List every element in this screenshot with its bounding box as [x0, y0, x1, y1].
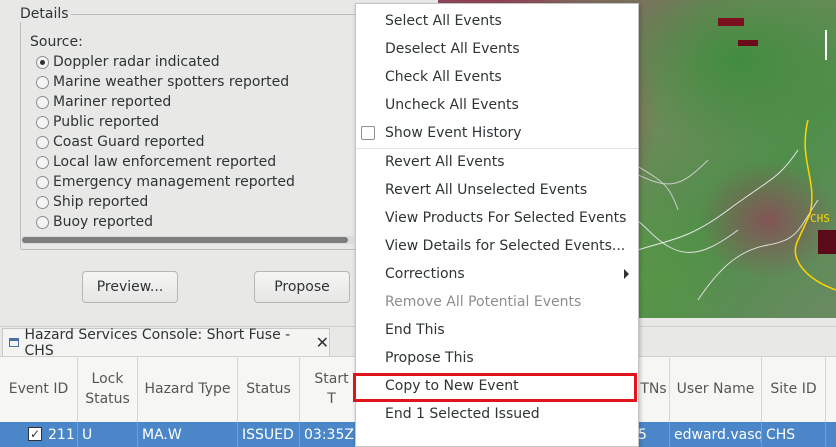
cell-lock-status: U — [78, 422, 138, 447]
source-option-public[interactable]: Public reported — [36, 112, 159, 132]
menu-item-remove-potential: Remove All Potential Events — [385, 294, 582, 310]
radio-icon[interactable] — [36, 95, 49, 109]
menu-item-select-all[interactable]: Select All Events — [385, 7, 502, 35]
column-etns[interactable]: TNs — [638, 356, 670, 422]
radio-icon[interactable] — [36, 115, 49, 129]
radio-icon[interactable] — [36, 215, 49, 229]
source-option-doppler[interactable]: Doppler radar indicated — [36, 52, 220, 72]
source-option-buoy[interactable]: Buoy reported — [36, 212, 153, 232]
radio-icon[interactable] — [36, 75, 49, 89]
radio-icon[interactable] — [36, 195, 49, 209]
menu-item-revert-unselected[interactable]: Revert All Unselected Events — [385, 176, 587, 204]
source-option-emergency-management[interactable]: Emergency management reported — [36, 172, 295, 192]
column-hazard-type[interactable]: Hazard Type — [138, 356, 238, 422]
menu-item-end-selected-issued[interactable]: End 1 Selected Issued — [385, 400, 540, 428]
menu-item-check-all[interactable]: Check All Events — [385, 63, 502, 91]
source-label: Source: — [30, 34, 83, 50]
source-option-marine-spotters[interactable]: Marine weather spotters reported — [36, 72, 289, 92]
cell-hazard-type: MA.W — [138, 422, 238, 447]
cell-etns: 5 — [638, 422, 670, 447]
column-status[interactable]: Status — [238, 356, 300, 422]
menu-item-deselect-all[interactable]: Deselect All Events — [385, 35, 520, 63]
menu-item-revert-all[interactable]: Revert All Events — [385, 148, 505, 176]
column-user-name[interactable]: User Name — [670, 356, 762, 422]
preview-button[interactable]: Preview... — [82, 271, 178, 303]
column-start-time[interactable]: Start T — [300, 356, 356, 422]
console-window-icon — [9, 338, 19, 347]
radio-icon[interactable] — [36, 175, 49, 189]
cell-user-name: edward.vasquez — [670, 422, 762, 447]
propose-button[interactable]: Propose — [254, 271, 350, 303]
console-tab[interactable]: Hazard Services Console: Short Fuse - CH… — [2, 326, 330, 359]
cell-event-id[interactable]: ✓ 211 — [0, 422, 78, 447]
checkbox-checked-icon[interactable]: ✓ — [28, 427, 42, 441]
source-option-coast-guard[interactable]: Coast Guard reported — [36, 132, 205, 152]
checkbox-icon[interactable] — [361, 126, 375, 140]
menu-item-propose-this[interactable]: Propose This — [385, 344, 474, 372]
menu-item-view-products[interactable]: View Products For Selected Events — [385, 204, 626, 232]
highlight-box — [353, 373, 637, 402]
source-option-mariner[interactable]: Mariner reported — [36, 92, 171, 112]
radio-selected-icon[interactable] — [36, 55, 49, 69]
close-icon[interactable]: ✕ — [316, 333, 329, 352]
column-site-id[interactable]: Site ID — [762, 356, 826, 422]
submenu-arrow-icon — [624, 269, 629, 279]
menu-item-show-history[interactable]: Show Event History — [361, 119, 522, 147]
details-hscroll-thumb[interactable] — [22, 237, 348, 243]
source-option-law-enforcement[interactable]: Local law enforcement reported — [36, 152, 276, 172]
cell-site-id: CHS — [762, 422, 826, 447]
menu-item-corrections[interactable]: Corrections — [385, 260, 629, 288]
menu-item-uncheck-all[interactable]: Uncheck All Events — [385, 91, 519, 119]
console-tab-title: Hazard Services Console: Short Fuse - CH… — [24, 326, 291, 359]
details-title: Details — [18, 6, 71, 22]
menu-item-view-details[interactable]: View Details for Selected Events... — [385, 232, 625, 260]
menu-item-end-this[interactable]: End This — [385, 316, 445, 344]
column-event-id[interactable]: Event ID — [0, 356, 78, 422]
cell-start-time: 03:35Z 08-Ju — [300, 422, 356, 447]
source-option-ship[interactable]: Ship reported — [36, 192, 148, 212]
cell-status: ISSUED — [238, 422, 300, 447]
radio-icon[interactable] — [36, 155, 49, 169]
site-label: CHS — [810, 212, 830, 225]
column-lock-status[interactable]: Lock Status — [78, 356, 138, 422]
radio-icon[interactable] — [36, 135, 49, 149]
